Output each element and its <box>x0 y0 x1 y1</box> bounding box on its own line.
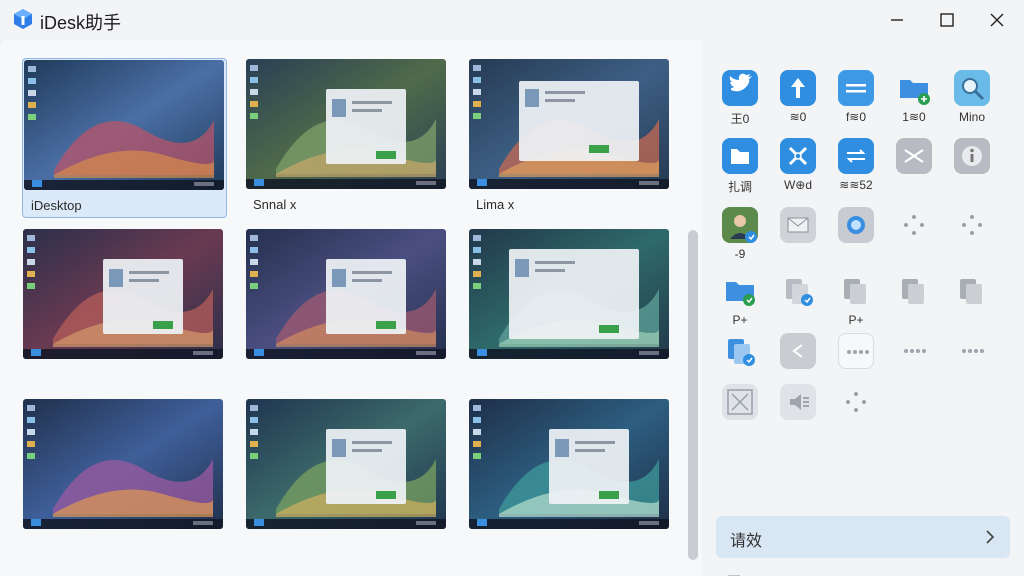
tools-icon[interactable] <box>780 138 816 174</box>
globe-icon[interactable] <box>838 207 874 243</box>
copy-badge-icon[interactable] <box>780 273 816 309</box>
desktop-thumbnail-card[interactable] <box>468 398 673 530</box>
speaker-icon[interactable] <box>780 384 816 420</box>
avatar-icon[interactable] <box>722 207 758 243</box>
dots-icon[interactable] <box>838 384 874 420</box>
tool-tile-label: P+ <box>848 313 864 327</box>
title-bar: iDesk助手 <box>0 0 1024 40</box>
desktop-thumbnail-label: Snnal x <box>253 197 297 212</box>
minimize-icon <box>891 19 903 21</box>
minimize-button[interactable] <box>872 0 922 40</box>
tool-tile-label: 扎调 <box>727 180 752 194</box>
close-icon <box>990 13 1004 27</box>
more-icon[interactable] <box>838 333 874 369</box>
folder-add-icon[interactable] <box>896 70 932 106</box>
desktop-thumbnail-card[interactable] <box>245 228 450 360</box>
tool-tile-label: -9 <box>734 247 746 261</box>
app-title: iDesk助手 <box>40 13 122 33</box>
magnifier-icon[interactable] <box>954 70 990 106</box>
dots-icon[interactable] <box>954 207 990 243</box>
tool-tile-label: ≋0 <box>789 110 807 124</box>
desktop-thumbnail-label: iDesktop <box>31 198 82 213</box>
maximize-icon <box>940 13 954 27</box>
desktop-thumbnail-label: Lima x <box>476 197 515 212</box>
desktop-preview-image <box>23 229 223 359</box>
desktop-thumbnail-card[interactable] <box>22 228 227 360</box>
info-icon[interactable] <box>954 138 990 174</box>
copy-blue-icon[interactable] <box>722 333 758 369</box>
desktop-thumbnail-card[interactable]: iDesktop <box>22 58 227 218</box>
desktop-thumbnail-card[interactable]: Snnal x <box>245 58 450 218</box>
desktop-preview-image <box>246 399 446 529</box>
tools-panel: 王0 ≋0 f≋0 1≋0 Mino 扎调 W⊕d ≋≋52 -9 P+ P+ 请效 — <box>702 40 1024 576</box>
settings-row-label: 请效 <box>730 533 763 550</box>
dots-icon[interactable] <box>896 207 932 243</box>
desktop-thumbnails-panel: iDesktop Snnal x Lima x <box>0 40 702 576</box>
tool-tile-label: W⊕d <box>783 178 813 192</box>
maximize-button[interactable] <box>922 0 972 40</box>
partial-row-label: — <box>728 568 740 576</box>
desktop-preview-image <box>23 399 223 529</box>
tool-box-icon[interactable] <box>722 384 758 420</box>
twitter-bird-icon[interactable] <box>722 70 758 106</box>
arrow-left-icon[interactable] <box>780 333 816 369</box>
copy-icon[interactable] <box>896 273 932 309</box>
tool-tile-label: 1≋0 <box>902 110 926 124</box>
arrow-up-icon[interactable] <box>780 70 816 106</box>
folder-blue-icon[interactable] <box>722 138 758 174</box>
minus-bar-icon[interactable] <box>838 70 874 106</box>
arrows-icon[interactable] <box>838 138 874 174</box>
desktop-preview-image <box>246 229 446 359</box>
chevron-right-icon <box>986 530 995 544</box>
tool-tile-label: ≋≋52 <box>839 178 873 192</box>
tool-tile-label: P+ <box>732 313 748 327</box>
app-logo-icon <box>14 9 32 29</box>
more-icon[interactable] <box>954 333 990 369</box>
desktop-preview-image <box>469 59 669 189</box>
tool-tile-label: f≋0 <box>845 110 867 124</box>
copy-icon[interactable] <box>838 273 874 309</box>
mail-icon[interactable] <box>780 207 816 243</box>
more-icon[interactable] <box>896 333 932 369</box>
tool-tile-label: Mino <box>958 110 985 124</box>
tool-tile-label: 王0 <box>730 112 750 126</box>
folder-share-icon[interactable] <box>722 273 758 309</box>
settings-row-button[interactable]: 请效 <box>716 516 1010 558</box>
desktop-thumbnail-card[interactable] <box>22 398 227 530</box>
close-button[interactable] <box>972 0 1022 40</box>
desktop-preview-image <box>469 399 669 529</box>
vertical-scrollbar[interactable] <box>688 230 698 560</box>
desktop-preview-image <box>469 229 669 359</box>
copy-icon[interactable] <box>954 273 990 309</box>
desktop-thumbnail-card[interactable] <box>468 228 673 360</box>
shuffle-icon[interactable] <box>896 138 932 174</box>
desktop-preview-image <box>24 60 224 190</box>
desktop-preview-image <box>246 59 446 189</box>
desktop-thumbnail-card[interactable]: Lima x <box>468 58 673 218</box>
desktop-thumbnail-card[interactable] <box>245 398 450 530</box>
